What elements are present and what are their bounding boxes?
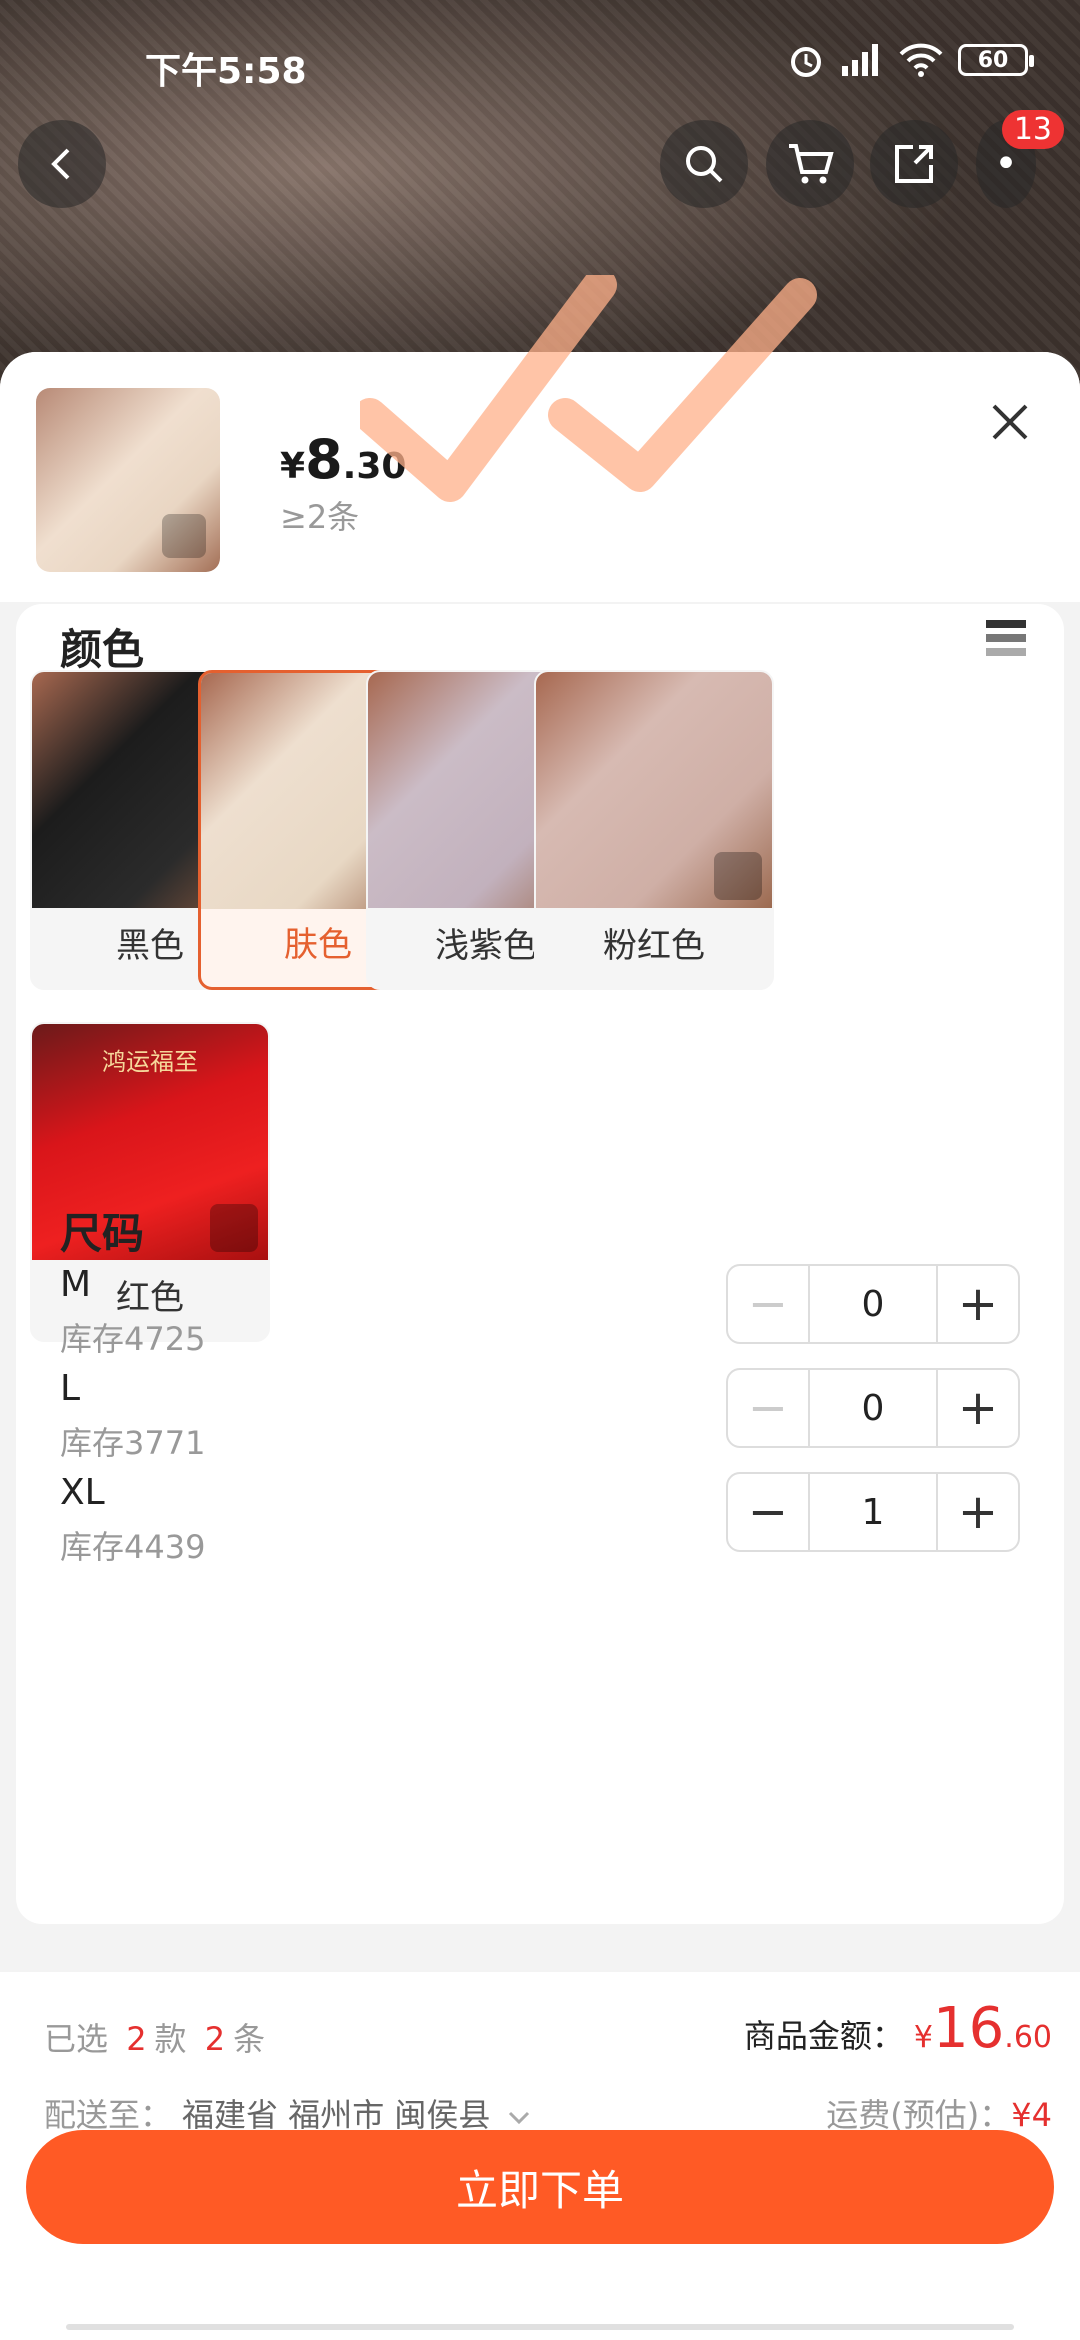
color-section-title: 颜色	[60, 625, 145, 674]
freight-label: 运费(预估)：	[826, 2096, 1012, 2134]
status-time: 下午5:58	[145, 51, 307, 92]
chevron-down-icon	[508, 2111, 529, 2125]
price-integer: 8	[305, 428, 343, 491]
close-icon[interactable]	[986, 398, 1034, 446]
ship-label: 配送至：	[44, 2096, 173, 2134]
price-symbol: ¥	[280, 446, 306, 487]
more-button[interactable]: • 13	[976, 110, 1064, 208]
swatch-photo-text: 鸿运福至	[102, 1048, 198, 1076]
cart-icon	[789, 144, 834, 184]
notification-badge: 13	[1001, 110, 1064, 149]
share-icon	[895, 145, 933, 183]
size-stock: 库存3771	[60, 1424, 206, 1462]
selected-product-thumbnail[interactable]	[36, 388, 220, 572]
chevron-left-icon	[51, 148, 70, 180]
amount-integer: 16	[933, 1996, 1005, 2061]
layout-toggle-icon[interactable]	[984, 618, 1028, 658]
alarm-icon	[791, 47, 821, 77]
amount-label: 商品金额：	[743, 2017, 904, 2055]
quantity-stepper: − 0 +	[726, 1264, 1020, 1344]
freight-value: ¥4	[1011, 2096, 1052, 2134]
size-row-xl: XL 库存4439 − 1 +	[60, 1472, 1020, 1572]
unit-price: ¥8.30	[280, 428, 406, 491]
quantity-input[interactable]: 0	[808, 1370, 938, 1446]
wifi-icon	[899, 43, 943, 77]
size-stock: 库存4725	[60, 1320, 206, 1358]
home-indicator	[66, 2324, 1014, 2330]
amount-symbol: ¥	[913, 2020, 934, 2055]
decrement-button[interactable]: −	[728, 1370, 808, 1446]
items-count: 2	[204, 2020, 226, 2058]
quantity-input[interactable]: 0	[808, 1266, 938, 1342]
back-button[interactable]	[18, 120, 106, 208]
sheet-header: ¥8.30 ≥2条	[0, 352, 1080, 602]
share-button[interactable]	[870, 120, 958, 208]
size-name: M	[60, 1264, 92, 1305]
place-order-button[interactable]: 立即下单	[26, 2130, 1054, 2244]
options-card: 颜色 黑色 肤色 x1 浅紫色 x1 粉红色 鸿运福至	[16, 604, 1064, 1924]
quantity-stepper: − 0 +	[726, 1368, 1020, 1448]
increment-button[interactable]: +	[938, 1370, 1018, 1446]
size-name: XL	[60, 1472, 105, 1513]
search-icon	[686, 146, 723, 183]
selected-prefix: 已选	[44, 2020, 109, 2058]
items-unit: 条	[233, 2020, 266, 2058]
color-swatch-pink[interactable]: 粉红色	[534, 670, 774, 990]
expand-icon[interactable]	[162, 514, 206, 558]
size-row-l: L 库存3771 − 0 +	[60, 1368, 1020, 1468]
order-summary-bar: 已选 2款 2条 商品金额： ¥16.60 配送至： 福建省 福州市 闽侯县 运费…	[0, 1972, 1080, 2340]
search-button[interactable]	[660, 120, 748, 208]
size-row-m: M 库存4725 − 0 +	[60, 1264, 1020, 1364]
battery-icon: 60	[958, 44, 1034, 76]
decrement-button[interactable]: −	[728, 1474, 808, 1550]
signal-icon	[842, 44, 878, 76]
styles-unit: 款	[154, 2020, 187, 2058]
amount-decimal: .60	[1004, 2020, 1052, 2055]
cart-button[interactable]	[766, 120, 854, 208]
increment-button[interactable]: +	[938, 1474, 1018, 1550]
size-stock: 库存4439	[60, 1528, 206, 1566]
ship-address: 福建省 福州市 闽侯县	[182, 2096, 491, 2134]
size-name: L	[60, 1368, 81, 1409]
expand-icon[interactable]	[210, 1204, 258, 1252]
min-quantity: ≥2条	[280, 498, 360, 536]
price-decimal: .30	[342, 446, 407, 487]
size-section-title: 尺码	[60, 1209, 145, 1258]
quantity-input[interactable]: 1	[808, 1474, 938, 1550]
status-bar: 下午5:58 60	[0, 0, 1080, 120]
decrement-button[interactable]: −	[728, 1266, 808, 1342]
styles-count: 2	[126, 2020, 147, 2058]
status-icons: 60	[786, 40, 1034, 80]
selection-summary: 已选 2款 2条	[44, 2014, 265, 2060]
expand-icon[interactable]	[714, 852, 762, 900]
swatch-label: 粉红色	[603, 926, 705, 966]
increment-button[interactable]: +	[938, 1266, 1018, 1342]
quantity-stepper: − 1 +	[726, 1472, 1020, 1552]
total-amount: 商品金额： ¥16.60	[744, 1996, 1052, 2061]
